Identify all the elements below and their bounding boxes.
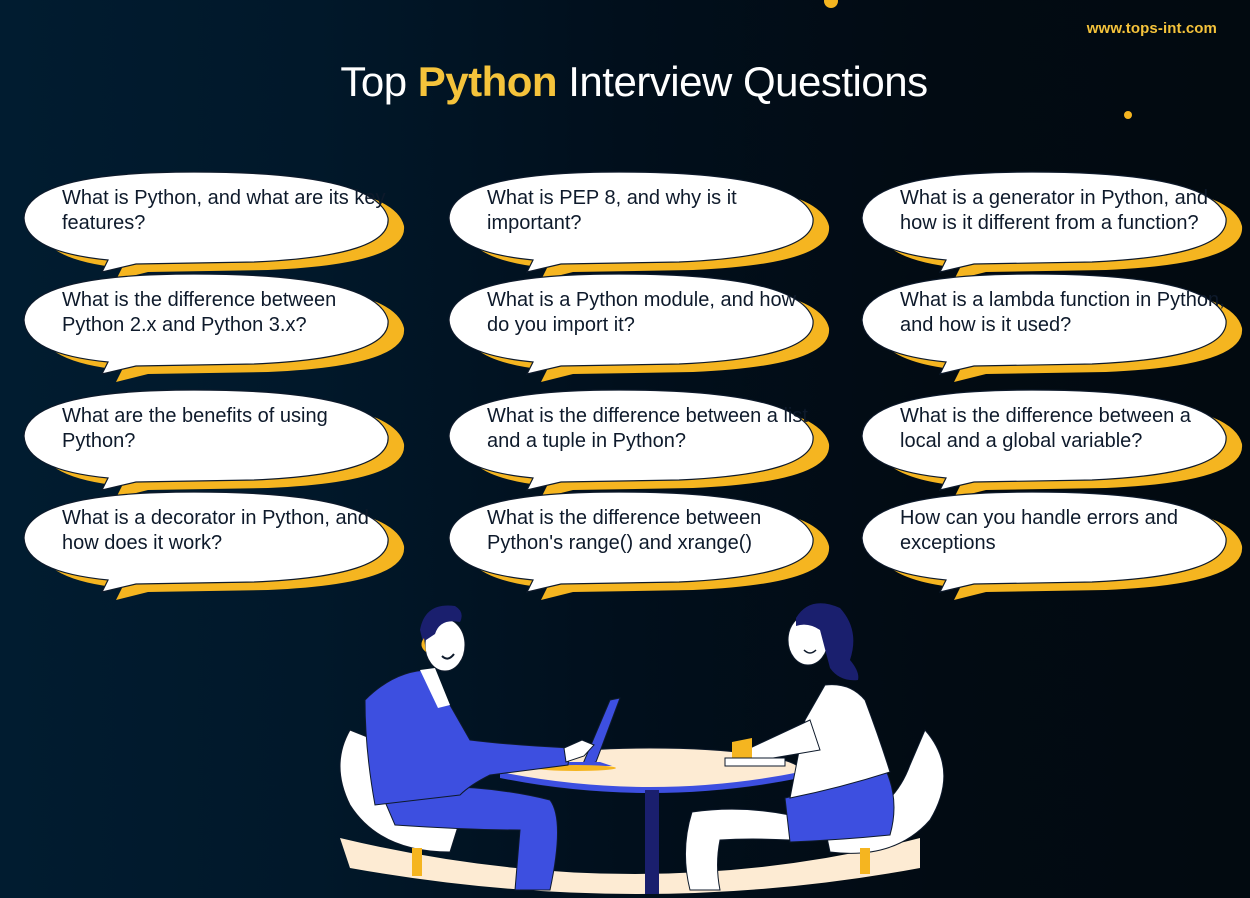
- question-bubble: How can you handle errors and exceptions: [856, 490, 1250, 600]
- question-text: What is a decorator in Python, and how d…: [62, 507, 369, 554]
- question-bubble: What is a decorator in Python, and how d…: [18, 490, 418, 600]
- question-bubble: What is PEP 8, and why is it important?: [443, 170, 843, 280]
- question-text: What is PEP 8, and why is it important?: [487, 187, 737, 234]
- title-suffix: Interview Questions: [568, 58, 928, 105]
- interview-illustration: [339, 603, 945, 894]
- question-text: What is the difference between Python 2.…: [62, 289, 337, 336]
- man-chair-leg: [412, 848, 422, 876]
- question-text: What are the benefits of using Python?: [62, 405, 328, 452]
- question-bubble: What is the difference between a list an…: [443, 388, 843, 498]
- notebook-icon: [724, 757, 786, 767]
- question-bubble: What is the difference between a local a…: [856, 388, 1250, 498]
- question-text: What is the difference between a local a…: [900, 405, 1191, 452]
- question-text: How can you handle errors and exceptions: [900, 507, 1178, 554]
- question-bubble: What is a Python module, and how do you …: [443, 272, 843, 382]
- question-text: What is a Python module, and how do you …: [487, 289, 797, 336]
- decorative-dot: [824, 0, 838, 8]
- decorative-dot: [1124, 111, 1132, 119]
- title-prefix: Top: [340, 58, 407, 105]
- question-text: What is a lambda function in Python, and…: [900, 289, 1225, 336]
- question-bubble: What are the benefits of using Python?: [18, 388, 418, 498]
- woman-hand: [732, 738, 752, 760]
- title-accent: Python: [417, 58, 558, 105]
- question-bubble: What is Python, and what are its key fea…: [18, 170, 418, 280]
- question-text: What is a generator in Python, and how i…: [900, 187, 1208, 234]
- site-url[interactable]: www.tops-int.com: [1087, 20, 1217, 37]
- question-text: What is the difference between a list an…: [487, 405, 808, 452]
- question-bubble: What is the difference between Python's …: [443, 490, 843, 600]
- question-text: What is the difference between Python's …: [487, 507, 762, 554]
- woman-chair-leg: [860, 848, 870, 874]
- table-leg: [645, 790, 659, 894]
- question-bubble: What is a lambda function in Python, and…: [856, 272, 1250, 382]
- question-bubble: What is the difference between Python 2.…: [18, 272, 418, 382]
- question-bubble: What is a generator in Python, and how i…: [856, 170, 1250, 280]
- question-text: What is Python, and what are its key fea…: [62, 187, 386, 234]
- page-title: Top Python Interview Questions: [0, 58, 1250, 106]
